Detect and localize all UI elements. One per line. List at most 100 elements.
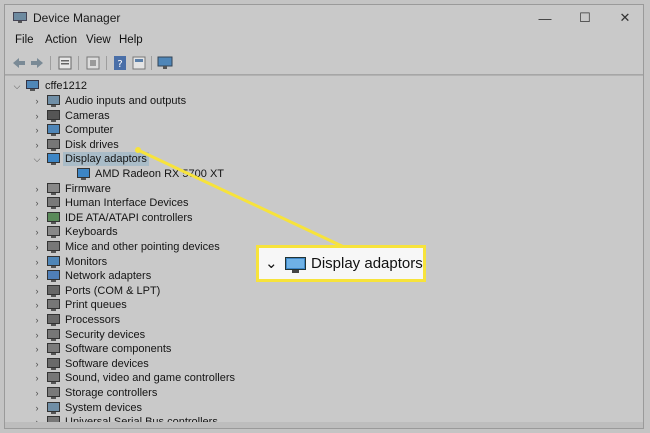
properties-icon[interactable]: [57, 55, 73, 71]
tree-category-item[interactable]: › Software devices: [5, 357, 365, 371]
menu-view[interactable]: View: [86, 34, 111, 46]
tree-item-label: Network adapters: [65, 270, 152, 283]
svg-text:?: ?: [117, 59, 122, 70]
tree-category-item[interactable]: › Storage controllers: [5, 386, 365, 400]
chevron-right-icon[interactable]: ›: [33, 269, 41, 283]
device-manager-app-icon: [13, 12, 27, 23]
tree-item-label: Storage controllers: [65, 387, 158, 399]
scan-hardware-icon[interactable]: [157, 55, 173, 71]
tree-category-item[interactable]: › Audio inputs and outputs: [5, 94, 365, 108]
menu-bar: File Action View Help: [5, 31, 643, 51]
chevron-right-icon[interactable]: ›: [33, 182, 41, 196]
tree-item-label: Software components: [65, 343, 172, 356]
software-device-icon: [47, 357, 60, 370]
tree-item-label: System devices: [65, 401, 143, 414]
tree-item-label: AMD Radeon RX 5700 XT: [95, 168, 225, 180]
chevron-right-icon[interactable]: ›: [33, 138, 41, 152]
storage-controller-icon: [47, 387, 60, 399]
close-button[interactable]: ✕: [607, 5, 643, 31]
view-icon[interactable]: [131, 55, 147, 71]
tree-root[interactable]: ⌵ cffe1212: [5, 79, 125, 93]
tree-category-item[interactable]: › Print queues: [5, 298, 365, 312]
tree-item-label: Human Interface Devices: [65, 197, 189, 210]
minimize-button[interactable]: —: [527, 5, 563, 31]
chevron-right-icon[interactable]: ›: [33, 94, 41, 108]
chevron-right-icon[interactable]: ›: [33, 284, 41, 298]
tree-category-item[interactable]: › Computer: [5, 123, 365, 137]
back-arrow-icon[interactable]: [11, 55, 27, 71]
chevron-right-icon[interactable]: ›: [33, 225, 41, 239]
callout-label: Display adaptors: [311, 255, 423, 272]
tree-category-item[interactable]: › IDE ATA/ATAPI controllers: [5, 211, 365, 225]
chevron-right-icon[interactable]: ›: [33, 298, 41, 312]
toolbar-separator: [50, 56, 51, 70]
tree-item-label: Print queues: [65, 299, 127, 312]
update-driver-icon[interactable]: [85, 55, 101, 71]
tree-item-label: Monitors: [65, 255, 108, 268]
chevron-right-icon[interactable]: ›: [33, 357, 41, 371]
chevron-right-icon[interactable]: ›: [33, 255, 41, 269]
tree-category-item[interactable]: › Sound, video and game controllers: [5, 371, 365, 385]
tree-category-item[interactable]: › Ports (COM & LPT): [5, 284, 365, 298]
tree-child-item[interactable]: AMD Radeon RX 5700 XT: [5, 167, 365, 181]
display-adapter-icon: [285, 257, 306, 273]
tree-item-label: Keyboards: [65, 226, 118, 239]
chevron-down-icon[interactable]: ⌵: [33, 152, 41, 166]
tree-category-item[interactable]: › Disk drives: [5, 138, 365, 152]
keyboard-icon: [47, 226, 60, 239]
tree-item-label: Audio inputs and outputs: [65, 95, 187, 107]
tree-category-item[interactable]: ⌵ Display adaptors: [5, 152, 365, 167]
display-adaptors-callout: ⌄ Display adaptors: [256, 245, 426, 282]
tree-item-label: Processors: [65, 314, 121, 326]
chevron-right-icon[interactable]: ›: [33, 211, 41, 225]
forward-arrow-icon[interactable]: [29, 55, 45, 71]
monitor-icon: [47, 255, 60, 268]
tree-item-label: Security devices: [65, 328, 146, 341]
chevron-right-icon[interactable]: ›: [33, 371, 41, 385]
menu-help[interactable]: Help: [119, 34, 143, 46]
display-adapter-icon: [77, 168, 90, 180]
tree-category-item[interactable]: › Security devices: [5, 328, 365, 342]
toolbar-separator: [78, 56, 79, 70]
menu-file[interactable]: File: [15, 34, 34, 46]
toolbar-separator: [151, 56, 152, 70]
chevron-right-icon[interactable]: ›: [33, 386, 41, 400]
chevron-right-icon[interactable]: ›: [33, 123, 41, 137]
menu-action[interactable]: Action: [45, 34, 77, 46]
tree-item-label: Cameras: [65, 109, 110, 122]
tree-category-item[interactable]: › Keyboards: [5, 225, 365, 239]
chevron-right-icon[interactable]: ›: [33, 196, 41, 210]
chevron-right-icon[interactable]: ›: [33, 240, 41, 254]
port-icon: [47, 284, 60, 297]
maximize-button[interactable]: ☐: [567, 5, 603, 31]
chevron-right-icon[interactable]: ›: [33, 313, 41, 327]
horizontal-scrollbar[interactable]: [5, 422, 643, 428]
mouse-icon: [47, 241, 60, 253]
tree-item-label: Sound, video and game controllers: [65, 372, 235, 385]
tree-category-item[interactable]: › System devices: [5, 401, 365, 415]
tree-item-label: Disk drives: [65, 138, 119, 151]
tree-category-item[interactable]: › Firmware: [5, 182, 365, 196]
chevron-down-icon[interactable]: ⌵: [13, 79, 21, 93]
tree-category-item[interactable]: › Processors: [5, 313, 365, 327]
tree-category-item[interactable]: › Human Interface Devices: [5, 196, 365, 210]
printer-icon: [47, 299, 60, 312]
tree-item-label: Display adaptors: [63, 152, 149, 167]
help-icon[interactable]: ?: [112, 55, 128, 71]
ide-controller-icon: [47, 211, 60, 224]
chevron-right-icon[interactable]: ›: [33, 401, 41, 415]
tree-category-item[interactable]: › Software components: [5, 342, 365, 356]
chevron-right-icon[interactable]: ›: [33, 342, 41, 356]
chevron-right-icon[interactable]: ›: [33, 109, 41, 123]
security-device-icon: [47, 328, 60, 341]
chevron-right-icon[interactable]: ›: [33, 328, 41, 342]
window-title: Device Manager: [33, 11, 121, 25]
tree-item-label: Software devices: [65, 357, 149, 370]
computer-icon: [47, 124, 60, 137]
tree-category-item[interactable]: › Cameras: [5, 109, 365, 123]
chevron-down-icon: ⌄: [265, 255, 278, 272]
tree-item-label: Mice and other pointing devices: [65, 241, 220, 253]
maximize-icon: ☐: [579, 10, 591, 25]
network-adapter-icon: [47, 270, 60, 283]
toolbar-separator: [106, 56, 107, 70]
